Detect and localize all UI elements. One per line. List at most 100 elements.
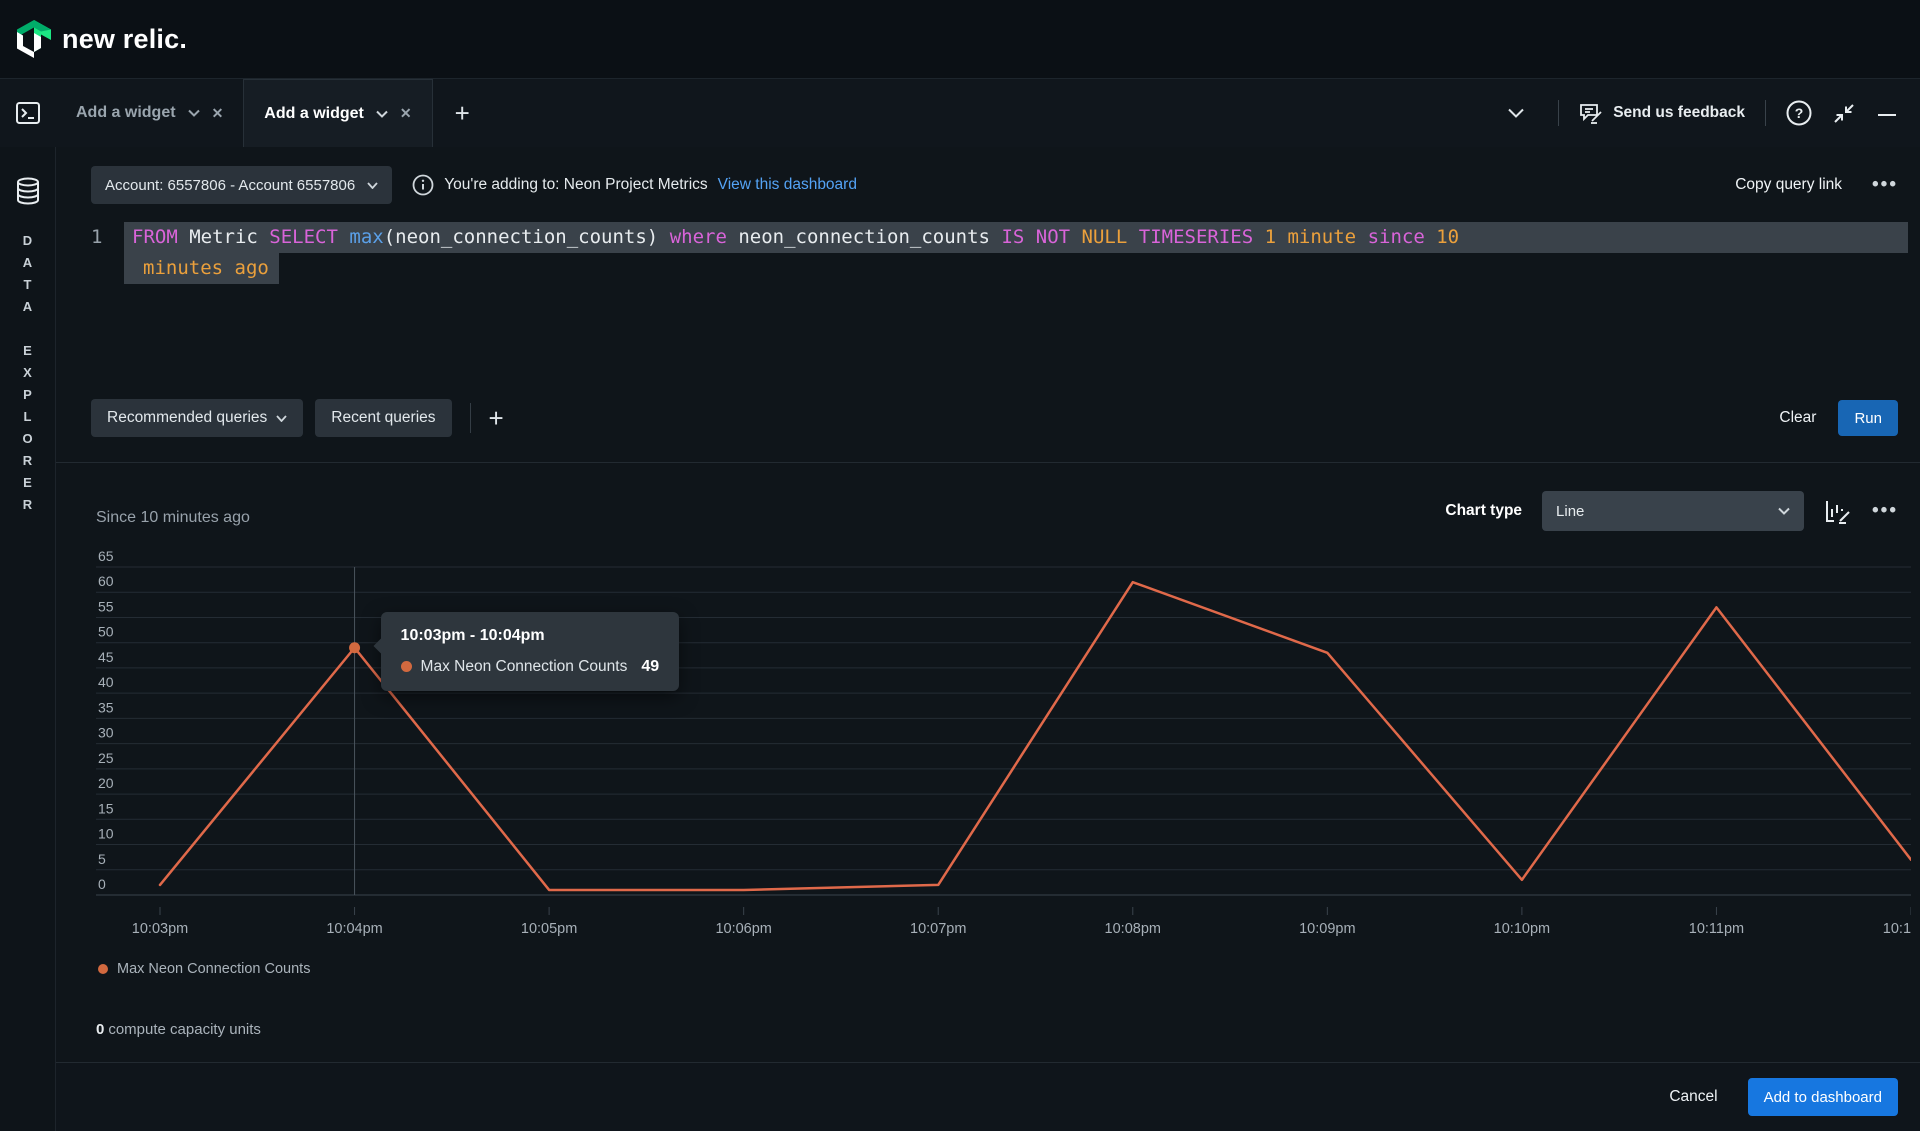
adding-to-text: You're adding to: Neon Project Metrics (444, 176, 707, 194)
collapse-icon[interactable] (1832, 101, 1856, 125)
edit-chart-icon[interactable] (1824, 497, 1852, 525)
chevron-down-icon (1778, 507, 1790, 515)
line-chart-svg[interactable]: 0510152025303540455055606510:03pm10:04pm… (96, 545, 1911, 940)
tooltip-value: 49 (641, 658, 659, 676)
tab-label: Add a widget (264, 105, 364, 123)
copy-query-link-button[interactable]: Copy query link (1735, 176, 1842, 194)
svg-text:50: 50 (98, 624, 114, 640)
code-line-1: FROM Metric SELECT max(neon_connection_c… (124, 222, 1908, 253)
tab-add-widget-1[interactable]: Add a widget ✕ (56, 79, 243, 147)
svg-text:10:10pm: 10:10pm (1494, 921, 1550, 937)
svg-text:65: 65 (98, 548, 114, 564)
tooltip-series-name: Max Neon Connection Counts (421, 658, 628, 676)
legend-label: Max Neon Connection Counts (117, 961, 310, 977)
code-line-2: minutes ago (124, 253, 279, 284)
add-query-button[interactable]: + (489, 403, 504, 434)
svg-text:45: 45 (98, 649, 114, 665)
svg-text:10:03pm: 10:03pm (132, 921, 188, 937)
nrql-editor[interactable]: 1 FROM Metric SELECT max(neon_connection… (91, 222, 1908, 284)
chevron-down-icon[interactable] (188, 109, 200, 117)
chevron-down-icon (367, 182, 378, 189)
close-tab-icon[interactable]: ✕ (400, 105, 412, 122)
svg-text:10:09pm: 10:09pm (1299, 921, 1355, 937)
chart-time-range-label: Since 10 minutes ago (96, 509, 250, 527)
svg-text:?: ? (1795, 105, 1804, 121)
line-number: 1 (91, 222, 102, 253)
svg-text:0: 0 (98, 876, 106, 892)
svg-text:10:08pm: 10:08pm (1105, 921, 1161, 937)
svg-text:35: 35 (98, 699, 114, 715)
svg-text:10: 10 (98, 826, 114, 842)
series-color-dot (401, 661, 412, 672)
svg-text:30: 30 (98, 725, 114, 741)
chart-area[interactable]: 0510152025303540455055606510:03pm10:04pm… (96, 545, 1911, 940)
svg-text:10:12pm: 10:12pm (1883, 921, 1911, 937)
help-icon[interactable]: ? (1786, 100, 1812, 126)
run-button[interactable]: Run (1838, 400, 1898, 436)
chart-panel: Since 10 minutes ago Chart type Line (56, 462, 1920, 1062)
footer-bar: Cancel Add to dashboard (56, 1062, 1920, 1131)
clear-button[interactable]: Clear (1779, 409, 1816, 427)
feedback-icon (1579, 102, 1603, 124)
legend-color-dot (98, 964, 108, 974)
compute-capacity-caption: 0compute capacity units (96, 1021, 261, 1038)
tooltip-time-range: 10:03pm - 10:04pm (401, 627, 660, 645)
svg-text:10:04pm: 10:04pm (326, 921, 382, 937)
minimize-icon[interactable] (1876, 102, 1898, 124)
tab-overflow-chevron-icon[interactable] (1508, 108, 1524, 118)
info-icon (412, 174, 434, 196)
svg-text:25: 25 (98, 750, 114, 766)
account-selector-value: Account: 6557806 - Account 6557806 (105, 177, 355, 194)
chart-options-menu-icon[interactable]: ••• (1872, 500, 1898, 522)
chart-type-row: Chart type Line ••• (1445, 491, 1898, 531)
chart-type-select[interactable]: Line (1542, 491, 1804, 531)
tab-bar: Add a widget ✕ Add a widget ✕ + (0, 78, 1920, 147)
svg-text:40: 40 (98, 674, 114, 690)
svg-text:10:06pm: 10:06pm (715, 921, 771, 937)
recent-queries-button[interactable]: Recent queries (315, 399, 451, 437)
svg-text:10:11pm: 10:11pm (1689, 921, 1744, 937)
close-tab-icon[interactable]: ✕ (212, 105, 224, 122)
chart-legend[interactable]: Max Neon Connection Counts (98, 961, 310, 977)
chevron-down-icon (276, 415, 287, 422)
data-explorer-rail[interactable]: DATA EXPLORER (0, 147, 56, 1131)
tab-add-widget-2[interactable]: Add a widget ✕ (243, 79, 432, 147)
query-options-menu-icon[interactable]: ••• (1872, 174, 1898, 196)
svg-text:10:07pm: 10:07pm (910, 921, 966, 937)
chart-tooltip: 10:03pm - 10:04pm Max Neon Connection Co… (381, 612, 680, 691)
svg-text:15: 15 (98, 800, 114, 816)
divider (1558, 100, 1559, 126)
data-explorer-label: DATA EXPLORER (20, 233, 35, 519)
data-explorer-panel-toggle[interactable] (0, 79, 56, 147)
add-to-dashboard-button[interactable]: Add to dashboard (1748, 1078, 1898, 1116)
account-selector[interactable]: Account: 6557806 - Account 6557806 (91, 166, 392, 204)
tab-label: Add a widget (76, 104, 176, 122)
recommended-queries-label: Recommended queries (107, 409, 267, 427)
recommended-queries-button[interactable]: Recommended queries (91, 399, 303, 437)
main-content: Account: 6557806 - Account 6557806 You'r… (56, 147, 1920, 1131)
divider (470, 403, 471, 433)
new-relic-logo-icon (16, 19, 52, 59)
view-dashboard-link[interactable]: View this dashboard (718, 176, 857, 194)
account-row: Account: 6557806 - Account 6557806 You'r… (91, 165, 1898, 205)
send-feedback-label: Send us feedback (1613, 104, 1745, 122)
cancel-button[interactable]: Cancel (1669, 1088, 1717, 1106)
chart-type-value: Line (1556, 503, 1584, 520)
compute-capacity-text: compute capacity units (108, 1021, 261, 1038)
terminal-icon (15, 100, 41, 126)
send-feedback-button[interactable]: Send us feedback (1579, 102, 1745, 124)
svg-text:10:05pm: 10:05pm (521, 921, 577, 937)
svg-text:60: 60 (98, 573, 114, 589)
chevron-down-icon[interactable] (376, 110, 388, 118)
new-tab-button[interactable]: + (433, 79, 492, 147)
query-actions-row: Recommended queries Recent queries + Cle… (91, 399, 1898, 437)
divider (1765, 100, 1766, 126)
chart-type-label: Chart type (1445, 502, 1522, 520)
svg-text:20: 20 (98, 775, 114, 791)
new-relic-logo: new relic. (16, 19, 187, 59)
app-header: new relic. (0, 0, 1920, 78)
brand-name: new relic. (62, 24, 187, 55)
compute-capacity-value: 0 (96, 1021, 104, 1038)
database-icon (16, 177, 40, 205)
svg-text:5: 5 (98, 851, 106, 867)
